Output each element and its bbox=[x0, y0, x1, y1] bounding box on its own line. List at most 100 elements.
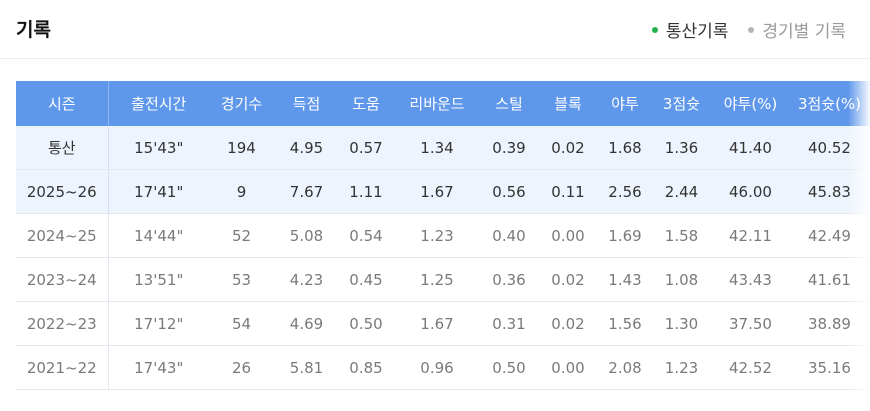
stat-cell: 38.89 bbox=[789, 301, 870, 346]
table-row: 2022~23 17'12" 54 4.69 0.50 1.67 0.31 0.02 1.56 1… bbox=[16, 301, 870, 346]
stat-cell: 1.36 bbox=[651, 126, 712, 170]
tab-game-records[interactable]: 경기별 기록 bbox=[748, 17, 846, 42]
stat-cell: 0.50 bbox=[339, 301, 393, 346]
stat-cell: 17'43" bbox=[108, 345, 209, 390]
stat-cell: 46.00 bbox=[712, 169, 789, 214]
stat-cell: 1.08 bbox=[651, 257, 712, 302]
stat-cell: 40.52 bbox=[789, 126, 870, 170]
stat-cell: 17'41" bbox=[108, 169, 209, 214]
stat-cell: 1.23 bbox=[393, 213, 481, 258]
column-header: 경기수 bbox=[209, 81, 274, 126]
stat-cell: 7.67 bbox=[274, 169, 339, 214]
stat-cell: 2.56 bbox=[599, 169, 651, 214]
stat-cell: 54 bbox=[209, 301, 274, 346]
column-header: 스틸 bbox=[481, 81, 537, 126]
stat-cell: 2.08 bbox=[599, 345, 651, 390]
table-row: 2025~26 17'41" 9 7.67 1.11 1.67 0.56 0.11 2.56 2.… bbox=[16, 169, 870, 214]
column-header: 도움 bbox=[339, 81, 393, 126]
stat-cell: 5.81 bbox=[274, 345, 339, 390]
stat-cell: 42.52 bbox=[712, 345, 789, 390]
stat-cell: 41.40 bbox=[712, 126, 789, 170]
stat-cell: 1.34 bbox=[393, 126, 481, 170]
stat-cell: 13'51" bbox=[108, 257, 209, 302]
table-header-row: 시즌 출전시간 경기수 득점 도움 리바운드 스틸 블록 야투 3점슛 야투(%) 3점슛(%) bbox=[16, 81, 870, 126]
stat-cell: 2.44 bbox=[651, 169, 712, 214]
stat-cell: 9 bbox=[209, 169, 274, 214]
column-header: 블록 bbox=[537, 81, 599, 126]
stat-cell: 26 bbox=[209, 345, 274, 390]
stat-cell: 0.57 bbox=[339, 126, 393, 170]
stat-cell: 1.25 bbox=[393, 257, 481, 302]
stat-cell: 1.56 bbox=[599, 301, 651, 346]
season-cell: 2022~23 bbox=[16, 301, 109, 346]
stat-cell: 0.96 bbox=[393, 345, 481, 390]
column-header: 출전시간 bbox=[108, 81, 209, 126]
table-row: 2023~24 13'51" 53 4.23 0.45 1.25 0.36 0.02 1.43 1… bbox=[16, 257, 870, 302]
table-row: 2021~22 17'43" 26 5.81 0.85 0.96 0.50 0.00 2.08 1… bbox=[16, 345, 870, 390]
stats-table-container[interactable]: 시즌 출전시간 경기수 득점 도움 리바운드 스틸 블록 야투 3점슛 야투(%) 3점슛(%) 통산… bbox=[16, 81, 870, 391]
stat-cell: 17'12" bbox=[108, 301, 209, 346]
stat-cell: 41.61 bbox=[789, 257, 870, 302]
column-header: 3점슛(%) bbox=[789, 81, 870, 126]
stat-cell: 0.36 bbox=[481, 257, 537, 302]
tab-game-records-label: 경기별 기록 bbox=[762, 22, 846, 42]
stat-cell: 35.16 bbox=[789, 345, 870, 390]
season-cell: 2023~24 bbox=[16, 257, 109, 302]
stat-cell: 0.85 bbox=[339, 345, 393, 390]
stat-cell: 0.31 bbox=[481, 301, 537, 346]
stat-cell: 1.23 bbox=[651, 345, 712, 390]
stat-cell: 0.56 bbox=[481, 169, 537, 214]
record-tabs: 통산기록 경기별 기록 bbox=[651, 17, 846, 42]
stat-cell: 194 bbox=[209, 126, 274, 170]
stat-cell: 0.45 bbox=[339, 257, 393, 302]
stat-cell: 1.67 bbox=[393, 169, 481, 214]
stat-cell: 1.43 bbox=[599, 257, 651, 302]
tab-career-records[interactable]: 통산기록 bbox=[651, 17, 729, 42]
stat-cell: 53 bbox=[209, 257, 274, 302]
stat-cell: 43.43 bbox=[712, 257, 789, 302]
column-header: 3점슛 bbox=[651, 81, 712, 126]
stats-table: 시즌 출전시간 경기수 득점 도움 리바운드 스틸 블록 야투 3점슛 야투(%) 3점슛(%) 통산… bbox=[16, 81, 870, 390]
stat-cell: 1.69 bbox=[599, 213, 651, 258]
stat-cell: 45.83 bbox=[789, 169, 870, 214]
stat-cell: 1.30 bbox=[651, 301, 712, 346]
stat-cell: 15'43" bbox=[108, 126, 209, 170]
inactive-dot-icon bbox=[748, 26, 755, 33]
stat-cell: 0.39 bbox=[481, 126, 537, 170]
table-row: 통산 15'43" 194 4.95 0.57 1.34 0.39 0.02 1.68 1.36 4… bbox=[16, 126, 870, 170]
season-cell: 2021~22 bbox=[16, 345, 109, 390]
stat-cell: 0.02 bbox=[537, 301, 599, 346]
column-header: 시즌 bbox=[16, 81, 109, 126]
stat-cell: 42.49 bbox=[789, 213, 870, 258]
season-cell: 2024~25 bbox=[16, 213, 109, 258]
stat-cell: 0.00 bbox=[537, 213, 599, 258]
column-header: 야투(%) bbox=[712, 81, 789, 126]
stat-cell: 37.50 bbox=[712, 301, 789, 346]
column-header: 득점 bbox=[274, 81, 339, 126]
stat-cell: 0.00 bbox=[537, 345, 599, 390]
stat-cell: 5.08 bbox=[274, 213, 339, 258]
column-header: 야투 bbox=[599, 81, 651, 126]
records-header: 기록 통산기록 경기별 기록 bbox=[0, 0, 870, 59]
stat-cell: 0.02 bbox=[537, 257, 599, 302]
stat-cell: 0.02 bbox=[537, 126, 599, 170]
stat-cell: 1.11 bbox=[339, 169, 393, 214]
stat-cell: 1.58 bbox=[651, 213, 712, 258]
page-title: 기록 bbox=[16, 19, 51, 41]
stat-cell: 0.11 bbox=[537, 169, 599, 214]
active-dot-icon bbox=[651, 26, 658, 33]
stat-cell: 42.11 bbox=[712, 213, 789, 258]
column-header: 리바운드 bbox=[393, 81, 481, 126]
stat-cell: 52 bbox=[209, 213, 274, 258]
stat-cell: 0.50 bbox=[481, 345, 537, 390]
stat-cell: 0.54 bbox=[339, 213, 393, 258]
table-row: 2024~25 14'44" 52 5.08 0.54 1.23 0.40 0.00 1.69 1… bbox=[16, 213, 870, 258]
tab-career-records-label: 통산기록 bbox=[665, 22, 729, 42]
stat-cell: 4.69 bbox=[274, 301, 339, 346]
stat-cell: 14'44" bbox=[108, 213, 209, 258]
stat-cell: 0.40 bbox=[481, 213, 537, 258]
stat-cell: 4.23 bbox=[274, 257, 339, 302]
season-cell: 2025~26 bbox=[16, 169, 109, 214]
season-cell: 통산 bbox=[16, 126, 109, 170]
stat-cell: 1.67 bbox=[393, 301, 481, 346]
